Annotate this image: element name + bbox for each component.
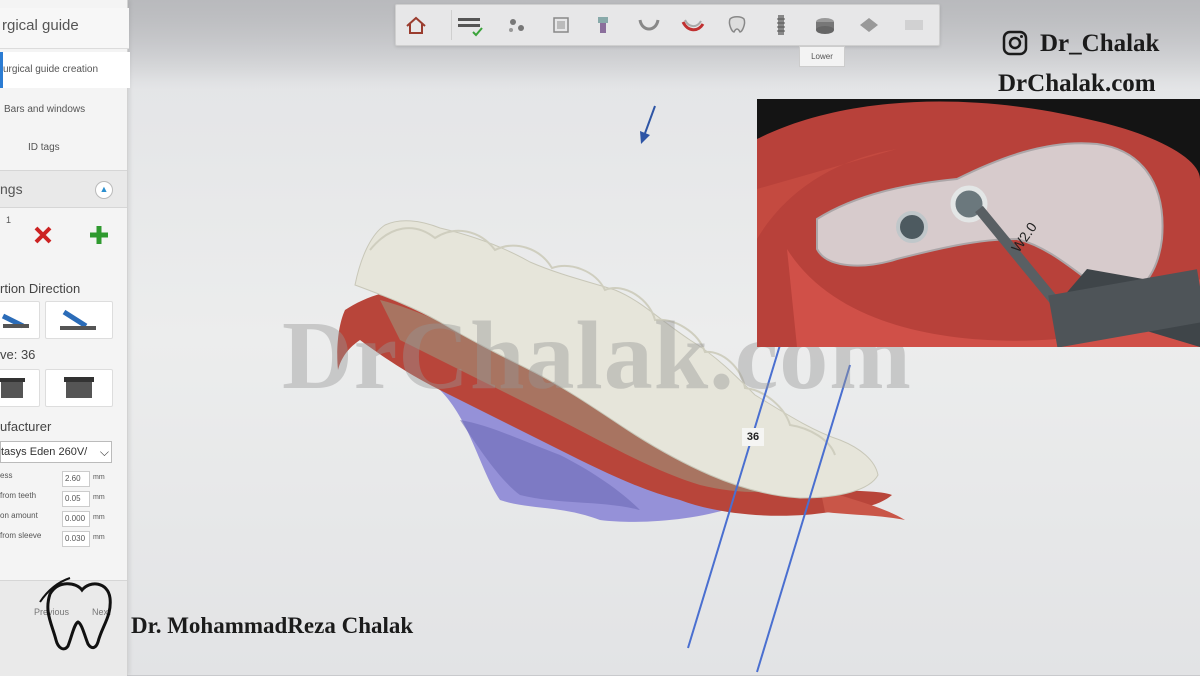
settings-section-header[interactable]: ngs ▲: [0, 170, 127, 208]
insertion-direction-button-2[interactable]: [45, 301, 113, 339]
insertion-direction-button-1[interactable]: [0, 301, 40, 339]
instagram-branding: Dr_Chalak: [1000, 30, 1172, 57]
param-unit: mm: [93, 494, 105, 501]
panel-title: rgical guide: [0, 8, 129, 49]
collapse-icon[interactable]: ▲: [95, 181, 113, 199]
step-bars-and-windows[interactable]: Bars and windows: [0, 92, 131, 128]
param-label: on amount: [0, 511, 38, 520]
param-row-distance-from-sleeve: from sleeve 0.030 mm: [0, 531, 127, 549]
param-row-thickness: ess 2.60 mm: [0, 471, 127, 489]
bars-icon[interactable]: [854, 10, 884, 40]
home-icon[interactable]: [401, 10, 431, 40]
sleeve-label: ve: 36: [0, 347, 36, 362]
insertion-direction-label: rtion Direction: [0, 281, 81, 296]
param-row-extension-amount: on amount 0.000 mm: [0, 511, 127, 529]
gum-icon[interactable]: [678, 10, 708, 40]
manufacturer-label: ufacturer: [0, 419, 52, 434]
implant-screw-icon[interactable]: [766, 10, 796, 40]
doctor-name: Dr. MohammadReza Chalak: [131, 613, 414, 638]
abutment-icon[interactable]: [588, 10, 618, 40]
param-value-input[interactable]: 2.60: [62, 471, 90, 487]
param-value-input[interactable]: 0.05: [62, 491, 90, 507]
manufacturer-select[interactable]: tasys Eden 260V/ ⌵: [0, 441, 112, 463]
inset-render: W2.0: [757, 99, 1200, 347]
website-text: DrChalak.com: [998, 70, 1156, 97]
param-label: ess: [0, 471, 13, 480]
insertion-arrow-shaft: [643, 105, 656, 137]
checklist-icon[interactable]: [451, 10, 488, 40]
main-toolbar: [395, 4, 940, 46]
sleeve-button-2[interactable]: [45, 369, 113, 407]
param-value-input[interactable]: 0.030: [62, 531, 90, 547]
instagram-icon: [1002, 30, 1028, 56]
implant-planning-icon[interactable]: [502, 10, 532, 40]
guide-lower-icon[interactable]: [810, 10, 840, 40]
disabled-icon: [899, 10, 929, 40]
toolbar-tooltip: Lower: [799, 46, 845, 67]
guide-counter: 1: [6, 215, 12, 225]
sleeve-icon-1: [0, 378, 25, 398]
param-row-distance-from-teeth: from teeth 0.05 mm: [0, 491, 127, 509]
inset-guide-render: W2.0: [757, 99, 1200, 347]
add-icon[interactable]: [88, 224, 110, 251]
param-label: from sleeve: [0, 531, 42, 540]
step-surgical-guide-creation[interactable]: urgical guide creation: [0, 52, 130, 88]
delete-icon[interactable]: [32, 224, 54, 251]
chevron-down-icon: ⌵: [99, 445, 109, 459]
insertion-direction-icon-1: [1, 313, 29, 329]
param-value-input[interactable]: 0.000: [62, 511, 90, 527]
param-unit: mm: [93, 514, 105, 521]
param-unit: mm: [93, 534, 105, 541]
crown-icon[interactable]: [546, 10, 576, 40]
manufacturer-value: tasys Eden 260V/: [1, 446, 88, 458]
sleeve-button-1[interactable]: [0, 369, 40, 407]
sleeve-icon-2: [64, 377, 94, 398]
param-unit: mm: [93, 474, 105, 481]
instagram-handle: Dr_Chalak: [1040, 30, 1160, 57]
tooth-logo-icon: [39, 577, 112, 651]
param-label: from teeth: [0, 491, 37, 500]
tooth-number-label: 36: [742, 428, 764, 446]
tooth-icon[interactable]: [722, 10, 752, 40]
step-id-tags[interactable]: ID tags: [0, 130, 155, 166]
insertion-direction-icon-2: [60, 309, 96, 330]
inset-sleeve-hole: [896, 211, 928, 243]
lower-arch-icon[interactable]: [634, 10, 664, 40]
settings-section-title: ngs: [0, 181, 23, 197]
